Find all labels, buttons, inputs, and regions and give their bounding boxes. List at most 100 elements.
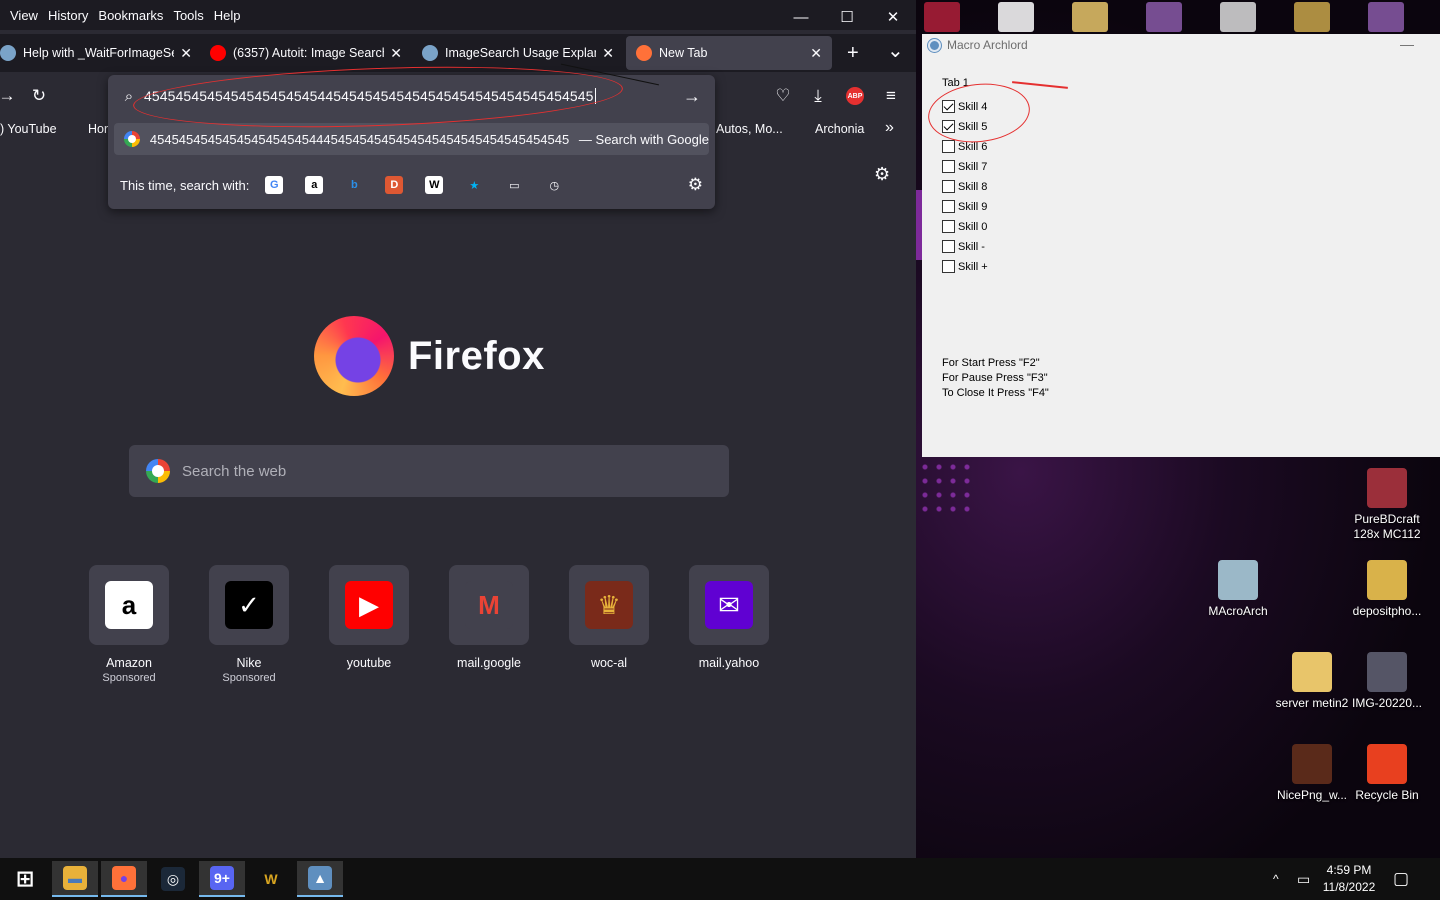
tab-close-icon[interactable]: ✕ — [810, 45, 822, 62]
bookmark-item[interactable]: ) YouTube — [0, 122, 57, 136]
bookmarks-engine-icon[interactable]: ★ — [465, 176, 484, 194]
new-tab-button[interactable]: + — [847, 42, 859, 65]
adblock-plus-icon[interactable]: ABP — [842, 84, 868, 108]
checkbox[interactable] — [942, 140, 955, 153]
taskbar-discord[interactable]: 9+ — [199, 861, 245, 897]
checkbox[interactable] — [942, 160, 955, 173]
checkbox[interactable] — [942, 180, 955, 193]
top-site-woc-al[interactable]: ♛ woc-al — [569, 565, 649, 670]
notification-center-icon[interactable]: ▢ — [1393, 858, 1409, 900]
top-site-tile: ✉ — [689, 565, 769, 645]
top-site-amazon[interactable]: a Amazon Sponsored — [89, 565, 169, 684]
duckduckgo-engine-icon[interactable]: D — [385, 176, 404, 194]
forward-arrow-icon[interactable]: → — [0, 84, 20, 108]
list-all-tabs-icon[interactable]: ⌄ — [887, 38, 904, 63]
checkbox[interactable] — [942, 260, 955, 273]
settings-gear-icon[interactable]: ⚙ — [874, 164, 890, 185]
reload-icon[interactable]: ↻ — [26, 84, 52, 108]
desktop-icon[interactable]: PureBDcraft 128x MC112 — [1345, 468, 1429, 542]
bookmark-item[interactable]: Autos, Mo... — [716, 122, 783, 136]
tabs-engine-icon[interactable]: ▭ — [505, 176, 524, 194]
pocket-icon[interactable]: ♡ — [770, 84, 796, 108]
desktop-shortcut-icon[interactable] — [998, 2, 1034, 32]
tab-close-icon[interactable]: ✕ — [390, 45, 402, 62]
checkbox-label: Skill + — [958, 260, 988, 273]
desktop-icon[interactable]: NicePng_w... — [1270, 744, 1354, 803]
macro-tab-label[interactable]: Tab 1 — [942, 77, 969, 89]
system-clock[interactable]: 4:59 PM 11/8/2022 — [1318, 862, 1380, 896]
top-site-youtube[interactable]: ▶ youtube — [329, 565, 409, 670]
desktop-icon[interactable]: server metin2 — [1270, 652, 1354, 711]
checkbox-label: Skill 9 — [958, 200, 988, 213]
tab-autoit-image-search[interactable]: (6357) Autoit: Image Search S ✕ — [210, 36, 402, 70]
skill-checkbox-row[interactable]: Skill 9 — [942, 200, 987, 213]
checkbox[interactable] — [942, 200, 955, 213]
app-menu-icon[interactable]: ≡ — [878, 84, 904, 108]
new-tab-search-box[interactable]: Search the web — [129, 445, 729, 497]
skill-checkbox-row[interactable]: Skill 8 — [942, 180, 987, 193]
menu-history[interactable]: History — [43, 8, 93, 23]
skill-checkbox-row[interactable]: Skill 7 — [942, 160, 987, 173]
desktop-shortcut-icon[interactable] — [1146, 2, 1182, 32]
top-site-mail-yahoo[interactable]: ✉ mail.yahoo — [689, 565, 769, 670]
tab-close-icon[interactable]: ✕ — [180, 45, 192, 62]
google-engine-icon[interactable]: G — [265, 176, 284, 194]
taskbar-firefox[interactable]: ● — [101, 861, 147, 897]
desktop-shortcut-icon[interactable] — [1220, 2, 1256, 32]
network-icon[interactable]: ▭ — [1297, 858, 1310, 900]
show-hidden-icons-chevron[interactable]: ^ — [1273, 858, 1279, 900]
start-button[interactable]: ⊞ — [2, 861, 48, 897]
desktop-shortcut-icon[interactable] — [924, 2, 960, 32]
maximize-button[interactable]: ☐ — [824, 0, 870, 34]
skill-checkbox-row[interactable]: Skill 4 — [942, 100, 987, 113]
close-button[interactable]: ✕ — [870, 0, 916, 34]
macro-minimize-button[interactable]: — — [1400, 36, 1414, 52]
downloads-icon[interactable]: ⤓ — [805, 84, 831, 108]
top-site-nike[interactable]: ✓ Nike Sponsored — [209, 565, 289, 684]
skill-checkbox-row[interactable]: Skill 0 — [942, 220, 987, 233]
taskbar-file-explorer[interactable]: ▬ — [52, 861, 98, 897]
taskbar-w-app[interactable]: W — [248, 861, 294, 897]
menu-view[interactable]: View — [0, 8, 43, 23]
desktop-icon[interactable]: depositpho... — [1345, 560, 1429, 619]
skill-checkbox-row[interactable]: Skill 5 — [942, 120, 987, 133]
checkbox[interactable] — [942, 240, 955, 253]
bookmark-item[interactable]: Archonia — [815, 122, 864, 136]
taskbar-steam[interactable]: ◎ — [150, 861, 196, 897]
menu-help[interactable]: Help — [209, 8, 246, 23]
minimize-button[interactable]: — — [778, 0, 824, 34]
firefox-icon: ● — [112, 866, 136, 890]
checkbox[interactable] — [942, 120, 955, 133]
go-arrow-icon[interactable]: → — [683, 86, 701, 107]
tab-new-tab[interactable]: New Tab ✕ — [626, 36, 832, 70]
menu-tools[interactable]: Tools — [168, 8, 208, 23]
desktop-icon[interactable]: MAcroArch — [1196, 560, 1280, 619]
tab-help-waitforimagesearch[interactable]: Help with _WaitForImageSear ✕ — [0, 36, 192, 70]
skill-checkbox-row[interactable]: Skill 6 — [942, 140, 987, 153]
desktop-shortcut-icon[interactable] — [1072, 2, 1108, 32]
checkbox[interactable] — [942, 100, 955, 113]
checkbox[interactable] — [942, 220, 955, 233]
desktop-icon[interactable]: IMG-20220... — [1345, 652, 1429, 711]
top-site-tile: ▶ — [329, 565, 409, 645]
search-suggestion-row[interactable]: 4545454545454545454545444545454545454545… — [114, 123, 709, 155]
amazon-engine-icon[interactable]: a — [305, 176, 324, 194]
desktop-shortcut-icon[interactable] — [1294, 2, 1330, 32]
top-site-mail-google[interactable]: Mmail.google — [449, 565, 529, 670]
taskbar-autoit[interactable]: ▲ — [297, 861, 343, 897]
desktop-shortcut-icon[interactable] — [1368, 2, 1404, 32]
menu-bookmarks[interactable]: Bookmarks — [93, 8, 168, 23]
firefox-window: View History Bookmarks Tools Help — ☐ ✕ Help… — [0, 0, 916, 858]
bing-engine-icon[interactable]: b — [345, 176, 364, 194]
wikipedia-engine-icon[interactable]: W — [425, 176, 444, 194]
bookmark-item[interactable]: Hor — [88, 122, 108, 136]
skill-checkbox-row[interactable]: Skill - — [942, 240, 985, 253]
tab-imagesearch-usage[interactable]: ImageSearch Usage Explanati ✕ — [422, 36, 614, 70]
tab-close-icon[interactable]: ✕ — [602, 45, 614, 62]
history-engine-icon[interactable]: ◷ — [545, 176, 564, 194]
address-bar-input[interactable]: ⌕ 45454545454545454545454454545454545454… — [114, 79, 709, 113]
desktop-icon[interactable]: Recycle Bin — [1345, 744, 1429, 803]
search-settings-gear-icon[interactable]: ⚙ — [688, 175, 703, 195]
bookmarks-overflow-icon[interactable]: » — [885, 119, 894, 137]
skill-checkbox-row[interactable]: Skill + — [942, 260, 988, 273]
